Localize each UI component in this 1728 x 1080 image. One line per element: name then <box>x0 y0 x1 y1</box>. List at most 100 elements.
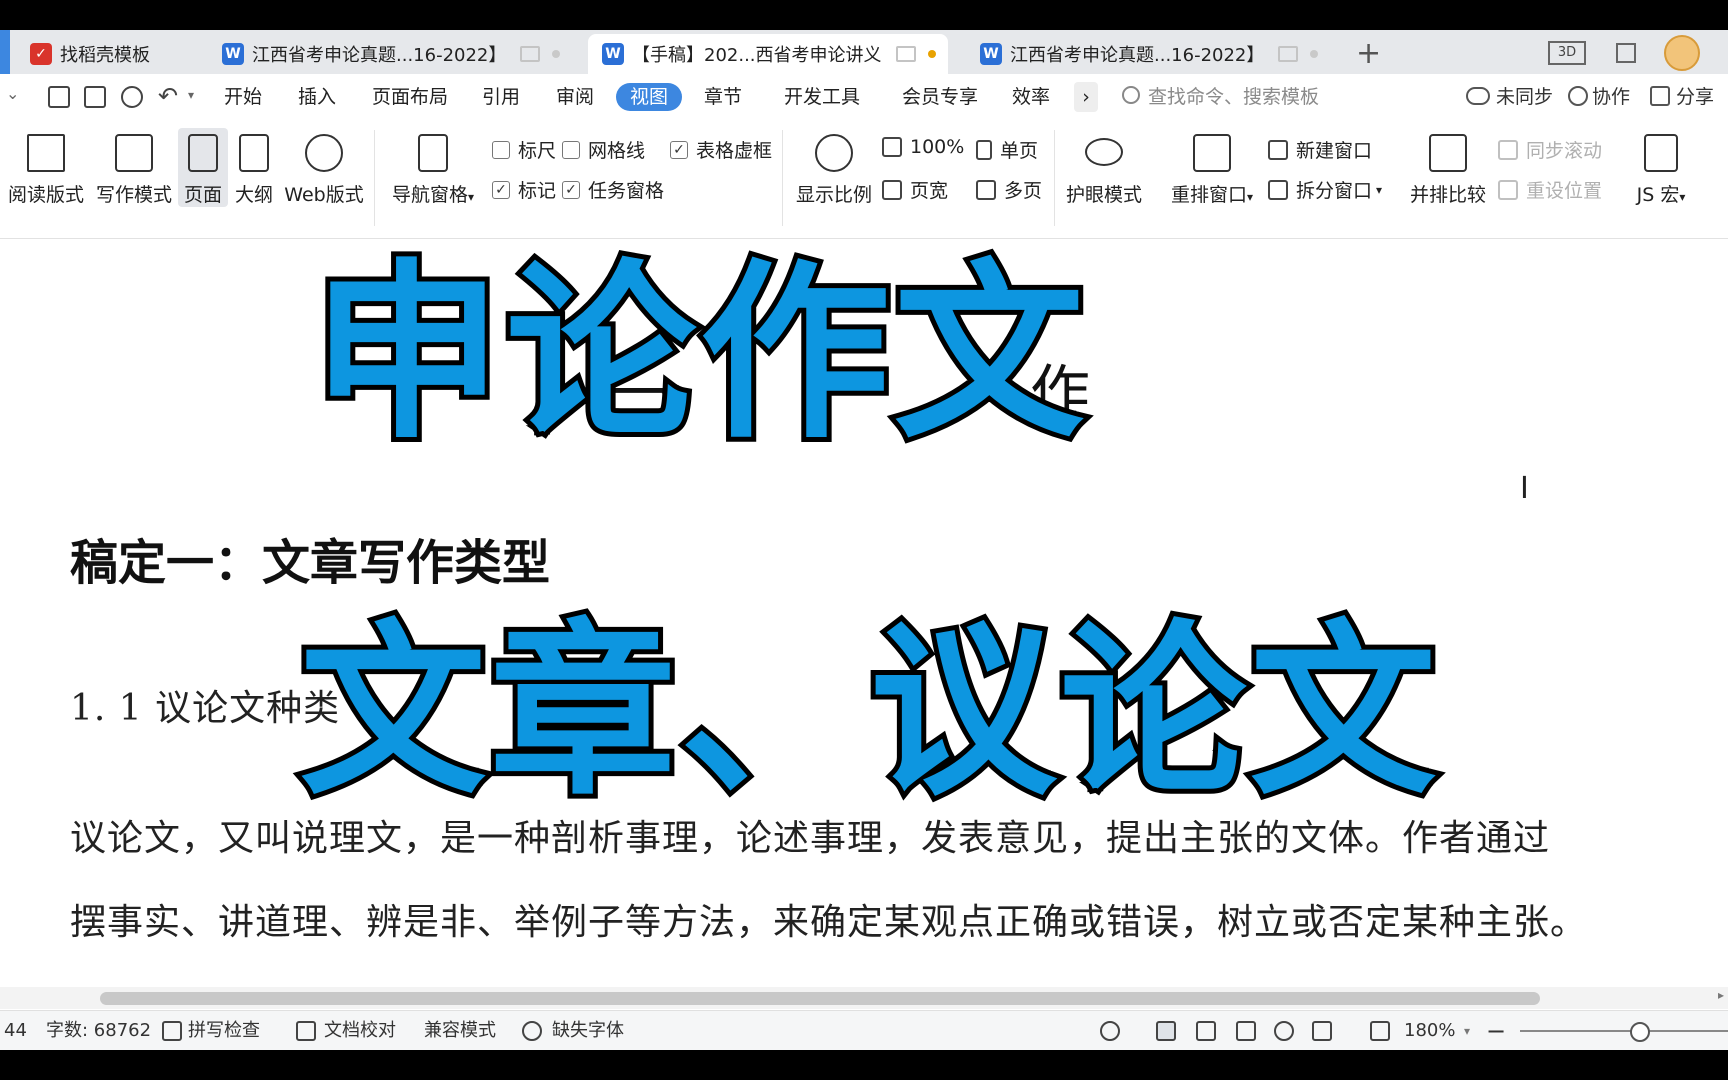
command-search-input[interactable]: 查找命令、搜索模板 <box>1148 74 1319 120</box>
print-preview-icon[interactable] <box>121 86 143 108</box>
outline-view-button[interactable]: 大纲 <box>232 128 276 207</box>
fit-page-icon[interactable] <box>1370 1021 1390 1041</box>
menu-more-button[interactable]: › <box>1074 82 1098 112</box>
zoom-ratio-button[interactable]: 显示比例 <box>794 128 874 207</box>
ruler-checkbox[interactable]: 标尺 <box>492 136 556 163</box>
menu-home[interactable]: 开始 <box>224 74 262 120</box>
compat-mode-label: 兼容模式 <box>424 1020 496 1041</box>
tab-document-1[interactable]: W 江西省考申论真题...16-2022】 <box>222 34 582 74</box>
side-by-side-button[interactable]: 并排比较 <box>1410 128 1486 207</box>
web-layout-icon[interactable] <box>1274 1021 1294 1041</box>
word-count[interactable]: 字数: 68762 <box>46 1011 151 1050</box>
js-macro-button[interactable]: JS 宏▾ <box>1628 128 1694 207</box>
zoom-level-dropdown[interactable]: 180% <box>1404 1011 1455 1050</box>
zoom-100-button[interactable]: 100% <box>882 136 964 158</box>
menu-references[interactable]: 引用 <box>482 74 520 120</box>
write-mode-icon[interactable] <box>1312 1021 1332 1041</box>
ribbon-label: 显示比例 <box>795 184 872 206</box>
doc-proof-button[interactable]: 文档校对 <box>324 1011 396 1050</box>
grid-apps-icon[interactable] <box>1616 43 1636 63</box>
zoom-slider-track[interactable] <box>1520 1030 1728 1032</box>
collaborate-button[interactable]: 协作 <box>1592 74 1630 120</box>
ribbon-label: Web版式 <box>284 184 364 206</box>
ribbon-label: 页面 <box>183 184 222 206</box>
split-window-button[interactable]: 拆分窗口 ▾ <box>1268 176 1382 203</box>
menu-view[interactable]: 视图 <box>616 83 683 111</box>
user-avatar[interactable] <box>1664 35 1700 71</box>
multi-page-button[interactable]: 多页 <box>976 176 1042 203</box>
button-label: 拆分窗口 <box>1296 180 1373 202</box>
web-layout-button[interactable]: Web版式 <box>284 128 364 207</box>
wps-writer-icon: W <box>602 43 624 65</box>
wps-writer-window: ✓ 找稻壳模板 W 江西省考申论真题...16-2022】 W 【手稿】202.… <box>0 30 1728 1050</box>
checkbox-checked: ✓ <box>670 140 688 159</box>
nav-pane-button[interactable]: 导航窗格▾ <box>388 128 478 207</box>
print-icon[interactable] <box>84 86 106 108</box>
document-canvas[interactable]: 一 作 申论作文 稿定一：文章写作类型 1. 1 议论文种类 文章、议论文 议论… <box>0 239 1728 987</box>
menu-page-layout[interactable]: 页面布局 <box>372 74 448 120</box>
tab-document-active[interactable]: W 【手稿】202...西省考申论讲义 <box>588 34 948 74</box>
task-pane-checkbox[interactable]: ✓ 任务窗格 <box>562 176 664 203</box>
tab-bar-edge <box>0 30 10 74</box>
write-mode-button[interactable]: 写作模式 <box>94 128 174 207</box>
button-label: 100% <box>910 136 965 158</box>
eye-protection-button[interactable]: 护眼模式 <box>1064 128 1144 207</box>
checkbox-label: 表格虚框 <box>696 140 773 162</box>
mark-checkbox[interactable]: ✓ 标记 <box>492 176 556 203</box>
single-page-button[interactable]: 单页 <box>976 136 1038 163</box>
collaborate-icon <box>1568 86 1588 106</box>
zoom-100-icon <box>882 137 902 157</box>
scroll-right-arrow-icon[interactable]: ▸ <box>1718 988 1724 1002</box>
view-ribbon: 阅读版式 写作模式 页面 大纲 Web版式 导航窗格▾ 标尺 网格线 ✓ 表格虚框… <box>0 120 1728 239</box>
tab-label: 江西省考申论真题...16-2022】 <box>1010 45 1265 66</box>
read-mode-button[interactable]: 阅读版式 <box>6 128 86 207</box>
page-view-button[interactable]: 页面 <box>178 128 228 207</box>
missing-font-button[interactable]: 缺失字体 <box>552 1011 624 1050</box>
ribbon-separator <box>1054 130 1055 226</box>
tab-document-3[interactable]: W 江西省考申论真题...16-2022】 <box>980 34 1340 74</box>
scrollbar-thumb[interactable] <box>100 992 1540 1005</box>
outline-view-icon[interactable] <box>1196 1021 1216 1041</box>
menu-review[interactable]: 审阅 <box>556 74 594 120</box>
pen-icon <box>115 134 153 172</box>
compare-icon <box>1429 134 1467 172</box>
sync-status-button[interactable]: 未同步 <box>1496 74 1553 120</box>
new-tab-button[interactable]: + <box>1356 36 1381 71</box>
menu-insert[interactable]: 插入 <box>298 74 336 120</box>
page-width-button[interactable]: 页宽 <box>882 176 948 203</box>
zoom-slider-thumb[interactable] <box>1630 1022 1650 1042</box>
undo-icon[interactable]: ↶ <box>158 82 178 110</box>
menu-developer[interactable]: 开发工具 <box>784 74 860 120</box>
single-page-icon <box>976 139 992 160</box>
web-globe-icon <box>305 134 343 172</box>
export-icon[interactable] <box>48 86 70 108</box>
tab-template-store[interactable]: ✓ 找稻壳模板 <box>30 34 200 74</box>
gridlines-checkbox[interactable]: 网格线 <box>562 136 645 163</box>
share-button[interactable]: 分享 <box>1676 74 1714 120</box>
page-view-icon[interactable] <box>1156 1021 1176 1041</box>
tab-label: 【手稿】202...西省考申论讲义 <box>632 45 882 66</box>
page-number[interactable]: 44 <box>4 1011 27 1050</box>
collapse-chevron-icon[interactable]: ⌄ <box>6 84 19 103</box>
menu-chapter[interactable]: 章节 <box>704 74 742 120</box>
eye-protection-icon[interactable] <box>1100 1021 1120 1041</box>
spell-check-button[interactable]: 拼写检查 <box>188 1011 260 1050</box>
monitor-icon <box>895 46 916 62</box>
horizontal-scrollbar[interactable]: ▸ <box>0 987 1728 1009</box>
window-controls: 3D – <box>1548 35 1728 71</box>
zoom-dropdown-chevron-icon[interactable]: ▾ <box>1464 1011 1470 1050</box>
table-border-checkbox[interactable]: ✓ 表格虚框 <box>670 136 772 163</box>
ribbon-separator <box>782 130 783 226</box>
menu-member[interactable]: 会员专享 <box>902 74 978 120</box>
rearrange-window-button[interactable]: 重排窗口▾ <box>1166 128 1258 207</box>
read-mode-icon[interactable] <box>1236 1021 1256 1041</box>
ribbon-label: 导航窗格 <box>391 184 468 206</box>
3d-icon[interactable]: 3D <box>1548 41 1586 65</box>
search-icon <box>1122 86 1140 104</box>
rearrange-window-icon <box>1193 134 1231 172</box>
new-window-button[interactable]: 新建窗口 <box>1268 136 1372 163</box>
menu-efficiency[interactable]: 效率 <box>1012 74 1050 120</box>
ribbon-label: 重排窗口 <box>1170 184 1247 206</box>
undo-dropdown-icon[interactable]: ▾ <box>188 88 194 102</box>
zoom-out-button[interactable]: − <box>1486 1011 1506 1050</box>
